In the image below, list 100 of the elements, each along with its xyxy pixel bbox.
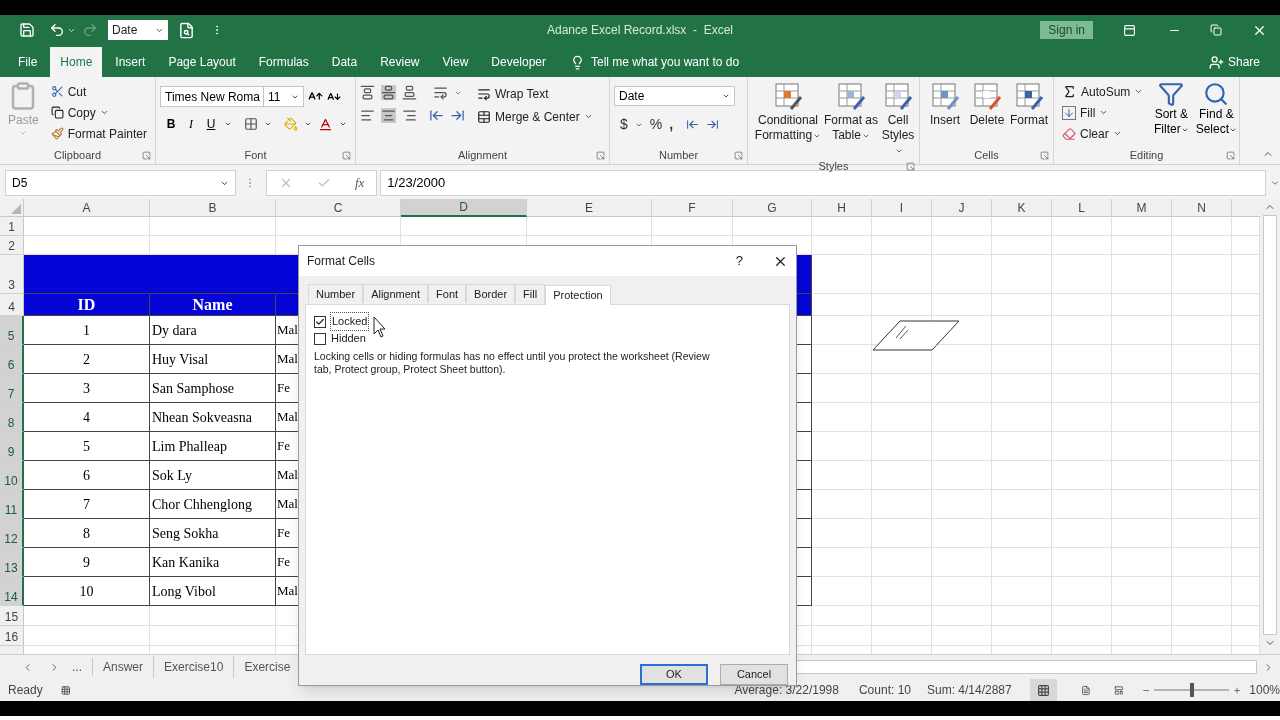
empty-cell[interactable]: [1052, 461, 1112, 490]
column-header[interactable]: M: [1112, 199, 1172, 217]
empty-cell[interactable]: [150, 217, 276, 236]
percent-button[interactable]: %: [649, 114, 663, 135]
row-header[interactable]: 15: [0, 606, 24, 626]
empty-cell[interactable]: [812, 217, 872, 236]
column-header[interactable]: K: [992, 199, 1052, 217]
table-cell[interactable]: Long Vibol: [150, 577, 276, 606]
zoom-slider-thumb[interactable]: [1189, 683, 1194, 697]
menu-tab[interactable]: Formulas: [248, 47, 319, 77]
empty-cell[interactable]: [992, 432, 1052, 461]
table-cell[interactable]: 2: [24, 345, 150, 374]
empty-cell[interactable]: [1112, 432, 1172, 461]
table-cell[interactable]: Lim Phalleap: [150, 432, 276, 461]
empty-cell[interactable]: [1052, 432, 1112, 461]
empty-cell[interactable]: [1052, 255, 1112, 294]
menu-tab[interactable]: Developer: [481, 47, 556, 77]
expand-formula-icon[interactable]: [1270, 178, 1280, 188]
dialog-tab[interactable]: Border: [466, 284, 516, 303]
empty-cell[interactable]: [1052, 490, 1112, 519]
scrollbar-thumb[interactable]: [1263, 215, 1277, 635]
empty-cell[interactable]: [1112, 548, 1172, 577]
table-cell[interactable]: Dy dara: [150, 316, 276, 345]
bottom-align-icon[interactable]: [402, 85, 417, 100]
table-cell[interactable]: Nhean Sokveasna: [150, 403, 276, 432]
empty-cell[interactable]: [1172, 606, 1232, 626]
empty-cell[interactable]: [1172, 548, 1232, 577]
row-header[interactable]: 4: [0, 294, 24, 316]
dialog-launcher-icon[interactable]: [1226, 151, 1235, 160]
column-header[interactable]: F: [652, 199, 733, 217]
empty-cell[interactable]: [1172, 461, 1232, 490]
empty-cell[interactable]: [1052, 236, 1112, 255]
conditional-formatting-button[interactable]: Conditional Formatting: [752, 81, 824, 158]
column-header[interactable]: D: [401, 199, 527, 217]
middle-align-icon[interactable]: [381, 85, 396, 100]
column-header[interactable]: E: [527, 199, 652, 217]
empty-cell[interactable]: [992, 490, 1052, 519]
menu-tab[interactable]: Data: [321, 47, 368, 77]
sheet-tab[interactable]: Exercise10: [154, 656, 235, 678]
menu-tab[interactable]: Page Layout: [158, 47, 246, 77]
empty-cell[interactable]: [992, 577, 1052, 606]
sheet-tab[interactable]: Answer: [93, 656, 155, 678]
empty-cell[interactable]: [872, 626, 932, 646]
empty-cell[interactable]: [1112, 374, 1172, 403]
empty-cell[interactable]: [932, 626, 992, 646]
empty-cell[interactable]: [1172, 374, 1232, 403]
menu-tab[interactable]: Review: [370, 47, 430, 77]
empty-cell[interactable]: [812, 606, 872, 626]
empty-cell[interactable]: [1052, 374, 1112, 403]
row-header[interactable]: 2: [0, 236, 24, 255]
borders-icon[interactable]: [244, 117, 258, 131]
empty-cell[interactable]: [872, 461, 932, 490]
font-size-field[interactable]: 11: [264, 86, 304, 107]
undo-icon[interactable]: [49, 22, 65, 38]
empty-cell[interactable]: [1052, 519, 1112, 548]
table-cell[interactable]: 6: [24, 461, 150, 490]
table-cell[interactable]: 3: [24, 374, 150, 403]
empty-cell[interactable]: [150, 606, 276, 626]
empty-cell[interactable]: [1172, 577, 1232, 606]
normal-view-button[interactable]: [1029, 679, 1057, 701]
empty-cell[interactable]: [527, 217, 652, 236]
font-name-field[interactable]: Times New Roma: [160, 86, 264, 107]
fill-button[interactable]: Fill: [1058, 102, 1148, 123]
row-header[interactable]: 10: [0, 461, 24, 490]
table-cell[interactable]: 4: [24, 403, 150, 432]
enter-icon[interactable]: [316, 176, 331, 190]
empty-cell[interactable]: [932, 490, 992, 519]
empty-cell[interactable]: [652, 217, 733, 236]
autosum-button[interactable]: AutoSum: [1058, 81, 1148, 102]
menu-tab[interactable]: Home: [50, 47, 103, 77]
empty-cell[interactable]: [1052, 577, 1112, 606]
format-button[interactable]: Format: [1008, 81, 1050, 146]
insert-function-button[interactable]: fx: [354, 173, 365, 193]
sort-filter-button[interactable]: Sort & Filter: [1149, 81, 1194, 146]
empty-cell[interactable]: [992, 519, 1052, 548]
empty-cell[interactable]: [992, 236, 1052, 255]
ribbon-display-icon[interactable]: [1123, 23, 1136, 37]
cell-styles-button[interactable]: Cell Styles: [878, 81, 918, 158]
empty-cell[interactable]: [1052, 626, 1112, 646]
menu-tab[interactable]: View: [432, 47, 479, 77]
empty-cell[interactable]: [1172, 490, 1232, 519]
empty-cell[interactable]: [1172, 255, 1232, 294]
tell-me-field[interactable]: Tell me what you want to do: [591, 53, 740, 71]
top-align-icon[interactable]: [360, 85, 375, 100]
empty-cell[interactable]: [932, 577, 992, 606]
row-header[interactable]: 1: [0, 217, 24, 236]
empty-cell[interactable]: [1112, 626, 1172, 646]
row-header[interactable]: 6: [0, 345, 24, 374]
row-header[interactable]: 12: [0, 519, 24, 548]
format-painter-button[interactable]: Format Painter: [46, 123, 151, 144]
empty-cell[interactable]: [932, 432, 992, 461]
empty-cell[interactable]: [932, 548, 992, 577]
empty-cell[interactable]: [1112, 519, 1172, 548]
increase-decimal-icon[interactable]: [686, 118, 700, 131]
empty-cell[interactable]: [932, 519, 992, 548]
empty-cell[interactable]: [1172, 316, 1232, 345]
print-preview-icon[interactable]: [178, 21, 195, 39]
style-box[interactable]: Date: [108, 20, 168, 40]
empty-cell[interactable]: [872, 403, 932, 432]
empty-cell[interactable]: [1112, 294, 1172, 316]
